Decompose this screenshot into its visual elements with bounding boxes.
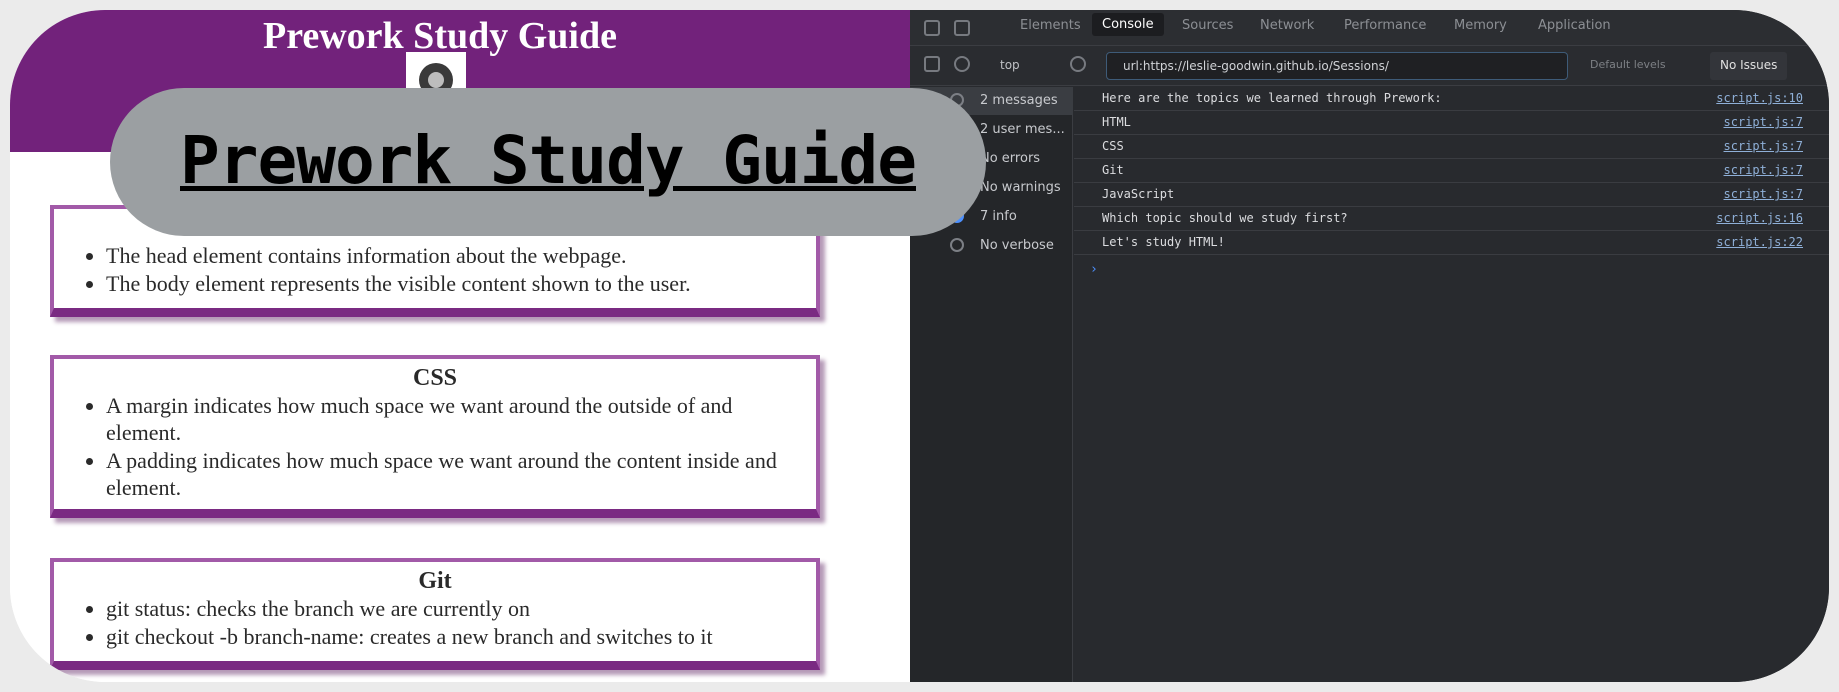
section-heading: Git <box>418 568 452 594</box>
context-selector[interactable]: top <box>1000 58 1020 72</box>
source-link[interactable]: script.js:7 <box>1724 115 1803 129</box>
source-link[interactable]: script.js:16 <box>1716 211 1803 225</box>
verbose-icon <box>950 238 964 252</box>
list-item: A padding indicates how much space we wa… <box>106 447 804 501</box>
eye-icon[interactable] <box>1070 56 1086 72</box>
tab-memory[interactable]: Memory <box>1454 18 1507 33</box>
issues-button[interactable]: No Issues <box>1710 52 1788 80</box>
console-row: Which topic should we study first? scrip… <box>1074 207 1829 231</box>
clear-console-icon[interactable] <box>954 56 970 72</box>
filter-value: url:https://leslie-goodwin.github.io/Ses… <box>1123 59 1389 73</box>
tab-sources[interactable]: Sources <box>1182 18 1233 33</box>
tab-application[interactable]: Application <box>1538 18 1611 33</box>
console-row: JavaScript script.js:7 <box>1074 183 1829 207</box>
sidebar-toggle-icon[interactable] <box>924 56 940 72</box>
source-link[interactable]: script.js:7 <box>1724 139 1803 153</box>
source-link[interactable]: script.js:22 <box>1716 235 1803 249</box>
list-item: The head element contains information ab… <box>106 242 804 269</box>
log-levels-dropdown[interactable]: Default levels <box>1590 58 1666 71</box>
section-card-git: Git git status: checks the branch we are… <box>50 558 820 670</box>
overlay-title: Prework Study Guide <box>180 122 917 199</box>
device-toolbar-icon[interactable] <box>954 20 970 36</box>
section-heading: CSS <box>412 365 458 391</box>
tab-performance[interactable]: Performance <box>1344 18 1426 33</box>
section-list: git status: checks the branch we are cur… <box>106 595 804 650</box>
console-row: Git script.js:7 <box>1074 159 1829 183</box>
source-link[interactable]: script.js:10 <box>1716 91 1803 105</box>
title-overlay: Prework Study Guide <box>110 88 986 236</box>
source-link[interactable]: script.js:7 <box>1724 163 1803 177</box>
source-link[interactable]: script.js:7 <box>1724 187 1803 201</box>
console-row: HTML script.js:7 <box>1074 111 1829 135</box>
devtools-tab-bar: Elements Console Sources Network Perform… <box>910 10 1829 46</box>
list-item: git checkout -b branch-name: creates a n… <box>106 623 804 650</box>
console-filter-input[interactable]: url:https://leslie-goodwin.github.io/Ses… <box>1106 52 1568 80</box>
console-prompt[interactable]: › <box>1090 262 1098 277</box>
console-output: Here are the topics we learned through P… <box>1074 87 1829 682</box>
list-item: git status: checks the branch we are cur… <box>106 595 804 622</box>
section-list: The head element contains information ab… <box>106 242 804 297</box>
inspect-element-icon[interactable] <box>924 20 940 36</box>
tab-network[interactable]: Network <box>1260 18 1314 33</box>
devtools-panel: Elements Console Sources Network Perform… <box>910 10 1829 682</box>
console-row: CSS script.js:7 <box>1074 135 1829 159</box>
sidebar-item-verbose[interactable]: No verbose <box>910 232 1073 260</box>
tab-console[interactable]: Console <box>1092 13 1164 36</box>
tab-elements[interactable]: Elements <box>1020 18 1081 33</box>
console-row: Here are the topics we learned through P… <box>1074 87 1829 111</box>
list-item: A margin indicates how much space we wan… <box>106 392 804 446</box>
console-toolbar: top url:https://leslie-goodwin.github.io… <box>910 46 1829 86</box>
section-card-css: CSS A margin indicates how much space we… <box>50 355 820 518</box>
screenshot-frame: Prework Study Guide HTML The head elemen… <box>10 10 1829 682</box>
console-row: Let's study HTML! script.js:22 <box>1074 231 1829 255</box>
list-item: The body element represents the visible … <box>106 270 804 297</box>
section-list: A margin indicates how much space we wan… <box>106 392 804 501</box>
